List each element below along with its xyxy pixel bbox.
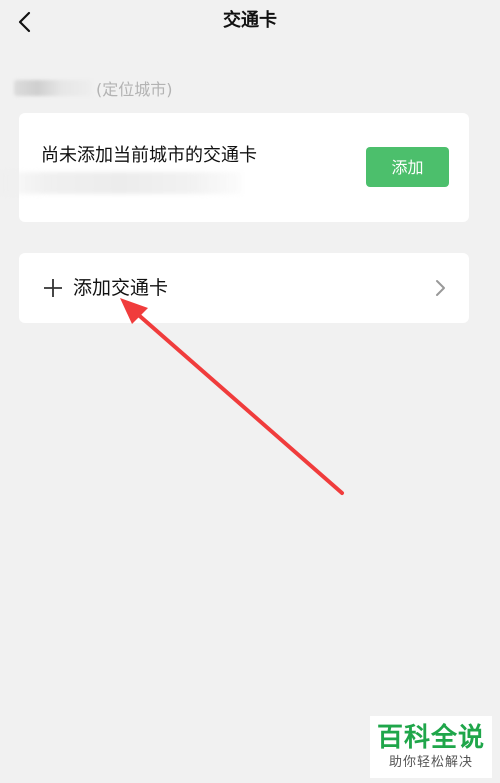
blurred-text xyxy=(0,172,242,194)
watermark-subtitle: 助你轻松解决 xyxy=(388,755,473,770)
no-card-message: 尚未添加当前城市的交通卡 xyxy=(41,145,257,166)
location-hint: (定位城市) xyxy=(96,80,173,99)
current-city-card: 尚未添加当前城市的交通卡 添加 xyxy=(19,113,469,222)
blurred-city-name xyxy=(14,80,92,96)
plus-icon xyxy=(44,279,62,297)
watermark: 百科全说 助你轻松解决 xyxy=(370,716,492,778)
page-title: 交通卡 xyxy=(223,10,277,31)
add-transit-card-label: 添加交通卡 xyxy=(73,277,169,299)
watermark-title: 百科全说 xyxy=(376,723,485,753)
location-row: (定位城市) xyxy=(14,76,173,100)
add-button[interactable]: 添加 xyxy=(366,147,449,187)
add-transit-card-row[interactable]: 添加交通卡 xyxy=(19,253,469,323)
navigation-bar: 交通卡 xyxy=(0,0,500,44)
chevron-right-icon xyxy=(436,280,445,296)
